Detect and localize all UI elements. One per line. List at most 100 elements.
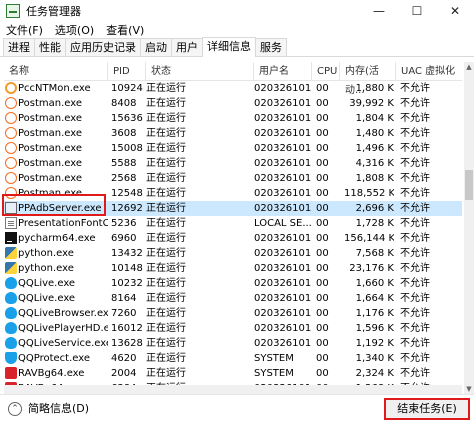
tab-performance[interactable]: 性能 [34, 38, 66, 56]
tab-bar: 进程 性能 应用历史记录 启动 用户 详细信息 服务 [0, 37, 474, 57]
process-memory: 23,176 K [349, 263, 394, 274]
process-cpu: 00 [316, 173, 329, 184]
tab-services[interactable]: 服务 [255, 38, 287, 56]
process-name: RAVBg64.exe [18, 368, 85, 379]
process-user: 020326101 [254, 113, 312, 124]
process-cpu: 00 [316, 308, 329, 319]
tab-details[interactable]: 详细信息 [202, 37, 256, 57]
process-name: python.exe [18, 263, 74, 274]
tab-users[interactable]: 用户 [171, 38, 203, 56]
column-header-memory[interactable]: 内存(活动... [340, 62, 396, 96]
process-pid: 8164 [111, 293, 137, 304]
process-pid: 3608 [111, 128, 137, 139]
table-row[interactable]: Postman.exe 2568 正在运行 020326101 00 1,808 K 不允许 [4, 171, 462, 186]
task-manager-icon [6, 4, 20, 18]
tab-processes[interactable]: 进程 [3, 38, 35, 56]
process-cpu: 00 [316, 263, 329, 274]
close-button[interactable]: ✕ [436, 0, 474, 22]
process-name: QQLivePlayerHD.exe [18, 323, 108, 334]
process-status: 正在运行 [146, 203, 186, 214]
process-uac: 不允许 [400, 143, 430, 154]
table-row[interactable]: Postman.exe 15636 正在运行 020326101 00 1,804 K 不允… [4, 111, 462, 126]
column-header-pid[interactable]: PID [108, 62, 146, 81]
process-status: 正在运行 [146, 233, 186, 244]
menu-options[interactable]: 选项(O) [49, 22, 100, 38]
process-name: QQLiveService.exe [18, 338, 108, 349]
table-row[interactable]: PccNTMon.exe 10924 正在运行 020326101 00 1,880 K 不… [4, 81, 462, 96]
process-user: 020326101 [254, 128, 312, 139]
end-task-button[interactable]: 结束任务(E) [384, 398, 470, 420]
process-cpu: 00 [316, 158, 329, 169]
process-name: pycharm64.exe [18, 233, 96, 244]
process-name: QQLive.exe [18, 293, 76, 304]
table-row[interactable]: QQProtect.exe 4620 正在运行 SYSTEM 00 1,340 K 不允许 [4, 351, 462, 366]
table-row[interactable]: Postman.exe 5588 正在运行 020326101 00 4,316 K 不允许 [4, 156, 462, 171]
table-row[interactable]: QQLivePlayerHD.exe16012正在运行 020326101 00 1,… [4, 321, 462, 336]
process-pid: 6960 [111, 233, 137, 244]
tab-startup[interactable]: 启动 [140, 38, 172, 56]
process-status: 正在运行 [146, 323, 186, 334]
chevron-up-icon[interactable]: ⌃ [8, 402, 22, 416]
process-pid: 10148 [111, 263, 143, 274]
process-uac: 不允许 [400, 158, 430, 169]
process-user: 020326101 [254, 233, 312, 244]
document-icon [5, 217, 17, 229]
postman-icon [5, 97, 17, 109]
window-title: 任务管理器 [26, 5, 81, 18]
process-uac: 不允许 [400, 308, 430, 319]
table-row[interactable]: Postman.exe 15008 正在运行 020326101 00 1,496 K 不允… [4, 141, 462, 156]
pcc-icon [5, 82, 17, 94]
scroll-up-icon[interactable]: ▲ [464, 62, 474, 72]
process-pid: 12548 [111, 188, 143, 199]
process-uac: 不允许 [400, 203, 430, 214]
maximize-button[interactable]: ☐ [398, 0, 436, 22]
process-cpu: 00 [316, 143, 329, 154]
process-uac: 不允许 [400, 173, 430, 184]
process-user: SYSTEM [254, 368, 294, 379]
column-header-user[interactable]: 用户名 [254, 62, 312, 81]
table-row[interactable]: QQLive.exe 10232 正在运行 020326101 00 1,660 K 不允许 [4, 276, 462, 291]
table-row[interactable]: pycharm64.exe 6960 正在运行 020326101 00 156,144 … [4, 231, 462, 246]
table-row[interactable]: QQLive.exe 8164 正在运行 020326101 00 1,664 K 不允许 [4, 291, 462, 306]
process-memory: 4,316 K [355, 158, 394, 169]
process-memory: 1,880 K [355, 83, 394, 94]
table-row[interactable]: QQLiveBrowser.exe 7260 正在运行 020326101 00 1,17… [4, 306, 462, 321]
menu-file[interactable]: 文件(F) [0, 22, 49, 38]
process-pid: 7260 [111, 308, 137, 319]
table-row[interactable]: python.exe 10148 正在运行 020326101 00 23,176 K 不允… [4, 261, 462, 276]
process-status: 正在运行 [146, 83, 186, 94]
fewer-details-link[interactable]: 简略信息(D) [28, 402, 89, 416]
qq-icon [5, 322, 17, 334]
scroll-down-icon[interactable]: ▼ [464, 384, 474, 394]
column-header-name[interactable]: 名称 [4, 62, 108, 81]
process-pid: 10232 [111, 278, 143, 289]
process-name: python.exe [18, 248, 74, 259]
minimize-button[interactable]: — [360, 0, 398, 22]
process-user: 020326101 [254, 203, 312, 214]
table-row[interactable]: Postman.exe 8408 正在运行 020326101 00 39,992 K 不允… [4, 96, 462, 111]
process-pid: 13432 [111, 248, 143, 259]
process-uac: 不允许 [400, 323, 430, 334]
column-header-cpu[interactable]: CPU [312, 62, 340, 81]
process-cpu: 00 [316, 338, 329, 349]
table-row[interactable]: Postman.exe 3608 正在运行 020326101 00 1,480 K 不允许 [4, 126, 462, 141]
table-row[interactable]: RAVBg64.exe 2004 正在运行 SYSTEM 00 2,324 K 不允许 [4, 366, 462, 381]
process-status: 正在运行 [146, 308, 186, 319]
horizontal-scrollbar[interactable] [4, 385, 462, 394]
process-name: QQProtect.exe [18, 353, 91, 364]
vertical-scrollbar[interactable]: ▲ ▼ [464, 62, 474, 394]
process-name: Postman.exe [18, 128, 83, 139]
table-row[interactable]: QQLiveService.exe 13628 正在运行 020326101 00 1,1… [4, 336, 462, 351]
column-header-uac[interactable]: UAC 虚拟化 [396, 62, 462, 81]
tab-app-history[interactable]: 应用历史记录 [65, 38, 141, 56]
table-row[interactable]: PresentationFontC...5236 正在运行 LOCAL SE... 0… [4, 216, 462, 231]
table-row[interactable]: python.exe 13432 正在运行 020326101 00 7,568 K 不允许 [4, 246, 462, 261]
process-status: 正在运行 [146, 218, 186, 229]
process-uac: 不允许 [400, 218, 430, 229]
scrollbar-thumb[interactable] [465, 170, 473, 200]
process-name: PresentationFontC... [18, 218, 108, 229]
column-header-status[interactable]: 状态 [146, 62, 254, 81]
menu-view[interactable]: 查看(V) [100, 22, 150, 38]
process-name: PccNTMon.exe [18, 83, 91, 94]
process-user: 020326101 [254, 158, 312, 169]
